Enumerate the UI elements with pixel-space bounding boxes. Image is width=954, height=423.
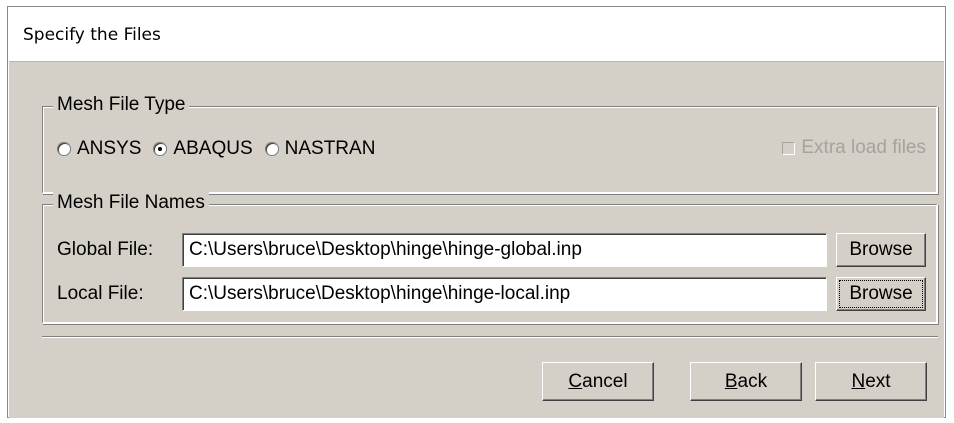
global-file-label: Global File:: [57, 239, 154, 260]
window-title: Specify the Files: [23, 25, 161, 45]
mesh-file-names-group: Mesh File Names Global File: C:\Users\br…: [42, 191, 938, 324]
mesh-file-type-label: Mesh File Type: [53, 93, 190, 117]
local-file-label: Local File:: [57, 283, 144, 304]
cancel-label-rest: ancel: [582, 371, 628, 392]
radio-abaqus-indicator[interactable]: [153, 142, 168, 156]
footer-divider: [42, 336, 938, 338]
radio-ansys-label: ANSYS: [77, 138, 142, 159]
extra-load-files-label: Extra load files: [801, 137, 926, 158]
specify-files-dialog: Specify the Files Mesh File Type ANSYS A…: [7, 6, 946, 418]
mesh-file-names-label: Mesh File Names: [53, 191, 209, 215]
radio-nastran-label: NASTRAN: [284, 138, 376, 159]
next-label-rest: ext: [865, 371, 891, 392]
radio-abaqus[interactable]: ABAQUS: [153, 138, 253, 160]
radio-nastran[interactable]: NASTRAN: [264, 138, 376, 160]
dialog-body: Mesh File Type ANSYS ABAQUS NASTRAN Extr…: [9, 61, 944, 418]
radio-abaqus-label: ABAQUS: [173, 138, 253, 159]
extra-load-files-box[interactable]: [782, 141, 796, 155]
radio-nastran-indicator[interactable]: [264, 142, 279, 156]
local-browse-button[interactable]: Browse: [836, 277, 926, 311]
next-button[interactable]: Next: [815, 362, 927, 401]
mesh-type-radio-group: ANSYS ABAQUS NASTRAN: [57, 137, 387, 161]
radio-ansys-indicator[interactable]: [57, 142, 71, 156]
global-browse-button[interactable]: Browse: [836, 233, 926, 267]
global-file-input[interactable]: C:\Users\bruce\Desktop\hinge\hinge-globa…: [182, 233, 827, 267]
local-file-input[interactable]: C:\Users\bruce\Desktop\hinge\hinge-local…: [182, 277, 827, 311]
back-mnemonic: B: [724, 371, 738, 392]
radio-ansys[interactable]: ANSYS: [57, 138, 141, 160]
cancel-mnemonic: C: [568, 371, 583, 392]
title-bar[interactable]: Specify the Files: [8, 7, 945, 61]
back-button[interactable]: Back: [690, 362, 802, 401]
next-mnemonic: N: [851, 371, 866, 392]
cancel-button[interactable]: Cancel: [542, 362, 654, 401]
mesh-file-type-group: Mesh File Type ANSYS ABAQUS NASTRAN Extr…: [42, 93, 938, 194]
extra-load-files-checkbox[interactable]: Extra load files: [782, 137, 926, 159]
back-label-rest: ack: [737, 371, 768, 392]
